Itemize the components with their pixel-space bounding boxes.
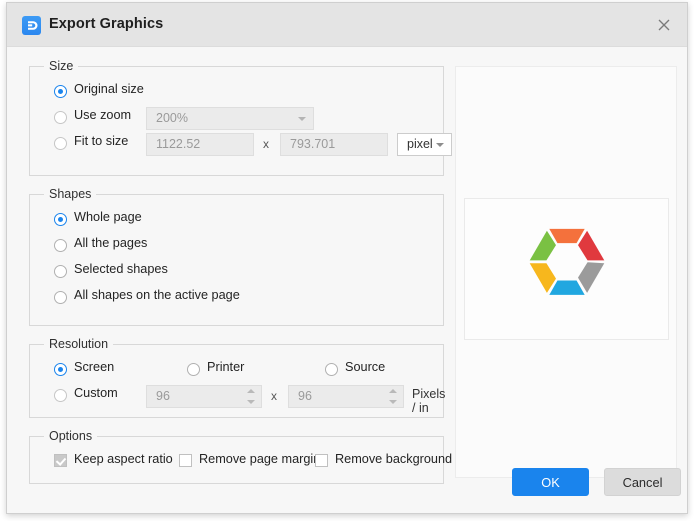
cancel-button[interactable]: Cancel	[604, 468, 681, 496]
option-use-zoom[interactable]: Use zoom 200%	[42, 106, 431, 132]
hexagon-cycle-diagram	[529, 228, 604, 295]
zoom-value-dropdown[interactable]: 200%	[146, 107, 314, 130]
label-all-the-pages: All the pages	[74, 236, 148, 250]
radio-selected-shapes[interactable]	[54, 265, 67, 278]
option-selected-shapes[interactable]: Selected shapes	[42, 260, 431, 286]
chevron-down-icon	[436, 143, 444, 147]
label-fit-to-size: Fit to size	[74, 134, 129, 148]
label-printer: Printer	[207, 360, 245, 374]
option-whole-page[interactable]: Whole page	[42, 208, 431, 234]
settings-column: Size Original size Use zoom 200% Fit to …	[29, 59, 452, 495]
preview-panel	[455, 66, 677, 478]
segment-top-left	[529, 230, 556, 261]
ok-button[interactable]: OK	[512, 468, 589, 496]
checkbox-keep-aspect-ratio[interactable]	[54, 454, 67, 467]
shapes-group-legend: Shapes	[49, 187, 92, 201]
radio-all-shapes-active-page[interactable]	[54, 291, 67, 304]
page-title: Export Graphics	[49, 16, 164, 32]
checkbox-remove-page-margin[interactable]	[179, 454, 192, 467]
label-selected-shapes: Selected shapes	[74, 262, 168, 276]
checkbox-remove-background[interactable]	[315, 454, 328, 467]
label-all-shapes-active-page: All shapes on the active page	[74, 288, 240, 302]
resolution-group: Resolution Screen Printer Source Custom …	[29, 337, 445, 418]
custom-dpi-x-input[interactable]: 96	[146, 385, 262, 408]
label-source: Source	[345, 360, 386, 374]
chevron-down-icon	[298, 117, 306, 121]
size-group: Size Original size Use zoom 200% Fit to …	[29, 59, 452, 176]
custom-dpi-y-stepper[interactable]	[389, 388, 398, 405]
fit-width-input[interactable]: 1122.52	[146, 133, 254, 156]
resolution-unit-label: Pixels / in	[412, 387, 446, 415]
radio-source[interactable]	[325, 363, 338, 376]
custom-dpi-y-input[interactable]: 96	[288, 385, 404, 408]
radio-custom[interactable]	[54, 389, 67, 402]
option-original-size[interactable]: Original size	[42, 80, 431, 106]
radio-screen[interactable]	[54, 363, 67, 376]
close-icon[interactable]	[649, 11, 679, 39]
resolution-group-legend: Resolution	[49, 337, 109, 351]
preview-thumbnail-box	[464, 198, 669, 340]
export-graphics-dialog: Export Graphics Size Original size Use z…	[6, 2, 688, 514]
resolution-multiply-symbol: x	[271, 389, 277, 403]
radio-original-size[interactable]	[54, 85, 67, 98]
radio-fit-to-size[interactable]	[54, 137, 67, 150]
radio-use-zoom[interactable]	[54, 111, 67, 124]
segment-bottom-right	[577, 262, 604, 293]
label-remove-page-margin: Remove page margin	[199, 452, 321, 466]
segment-top	[548, 228, 585, 244]
radio-all-the-pages[interactable]	[54, 239, 67, 252]
label-keep-aspect-ratio: Keep aspect ratio	[74, 452, 173, 466]
radio-whole-page[interactable]	[54, 213, 67, 226]
option-all-shapes-active-page[interactable]: All shapes on the active page	[42, 286, 431, 312]
options-group-legend: Options	[49, 429, 93, 443]
edraw-logo-icon	[22, 16, 41, 35]
size-multiply-symbol: x	[263, 137, 269, 151]
segment-bottom	[548, 280, 585, 295]
segment-top-right	[577, 230, 604, 261]
label-remove-background: Remove background	[335, 452, 453, 466]
resolution-custom-row: Custom 96 x 96 Pixels / in	[42, 384, 445, 415]
resolution-presets-row: Screen Printer Source	[42, 358, 431, 384]
options-group: Options Keep aspect ratio Remove page ma…	[29, 429, 452, 484]
option-all-the-pages[interactable]: All the pages	[42, 234, 431, 260]
label-custom: Custom	[74, 386, 118, 400]
dialog-titlebar: Export Graphics	[7, 3, 687, 47]
size-group-legend: Size	[49, 59, 74, 73]
fit-height-input[interactable]: 793.701	[280, 133, 388, 156]
option-fit-to-size[interactable]: Fit to size 1122.52 x 793.701 pixel	[42, 132, 452, 158]
custom-dpi-x-stepper[interactable]	[247, 388, 256, 405]
options-row: Keep aspect ratio Remove page margin Rem…	[42, 450, 452, 476]
shapes-group: Shapes Whole page All the pages Selected…	[29, 187, 444, 326]
segment-bottom-left	[529, 263, 556, 293]
label-screen: Screen	[74, 360, 115, 374]
label-original-size: Original size	[74, 82, 144, 96]
radio-printer[interactable]	[187, 363, 200, 376]
label-use-zoom: Use zoom	[74, 108, 132, 122]
label-whole-page: Whole page	[74, 210, 142, 224]
